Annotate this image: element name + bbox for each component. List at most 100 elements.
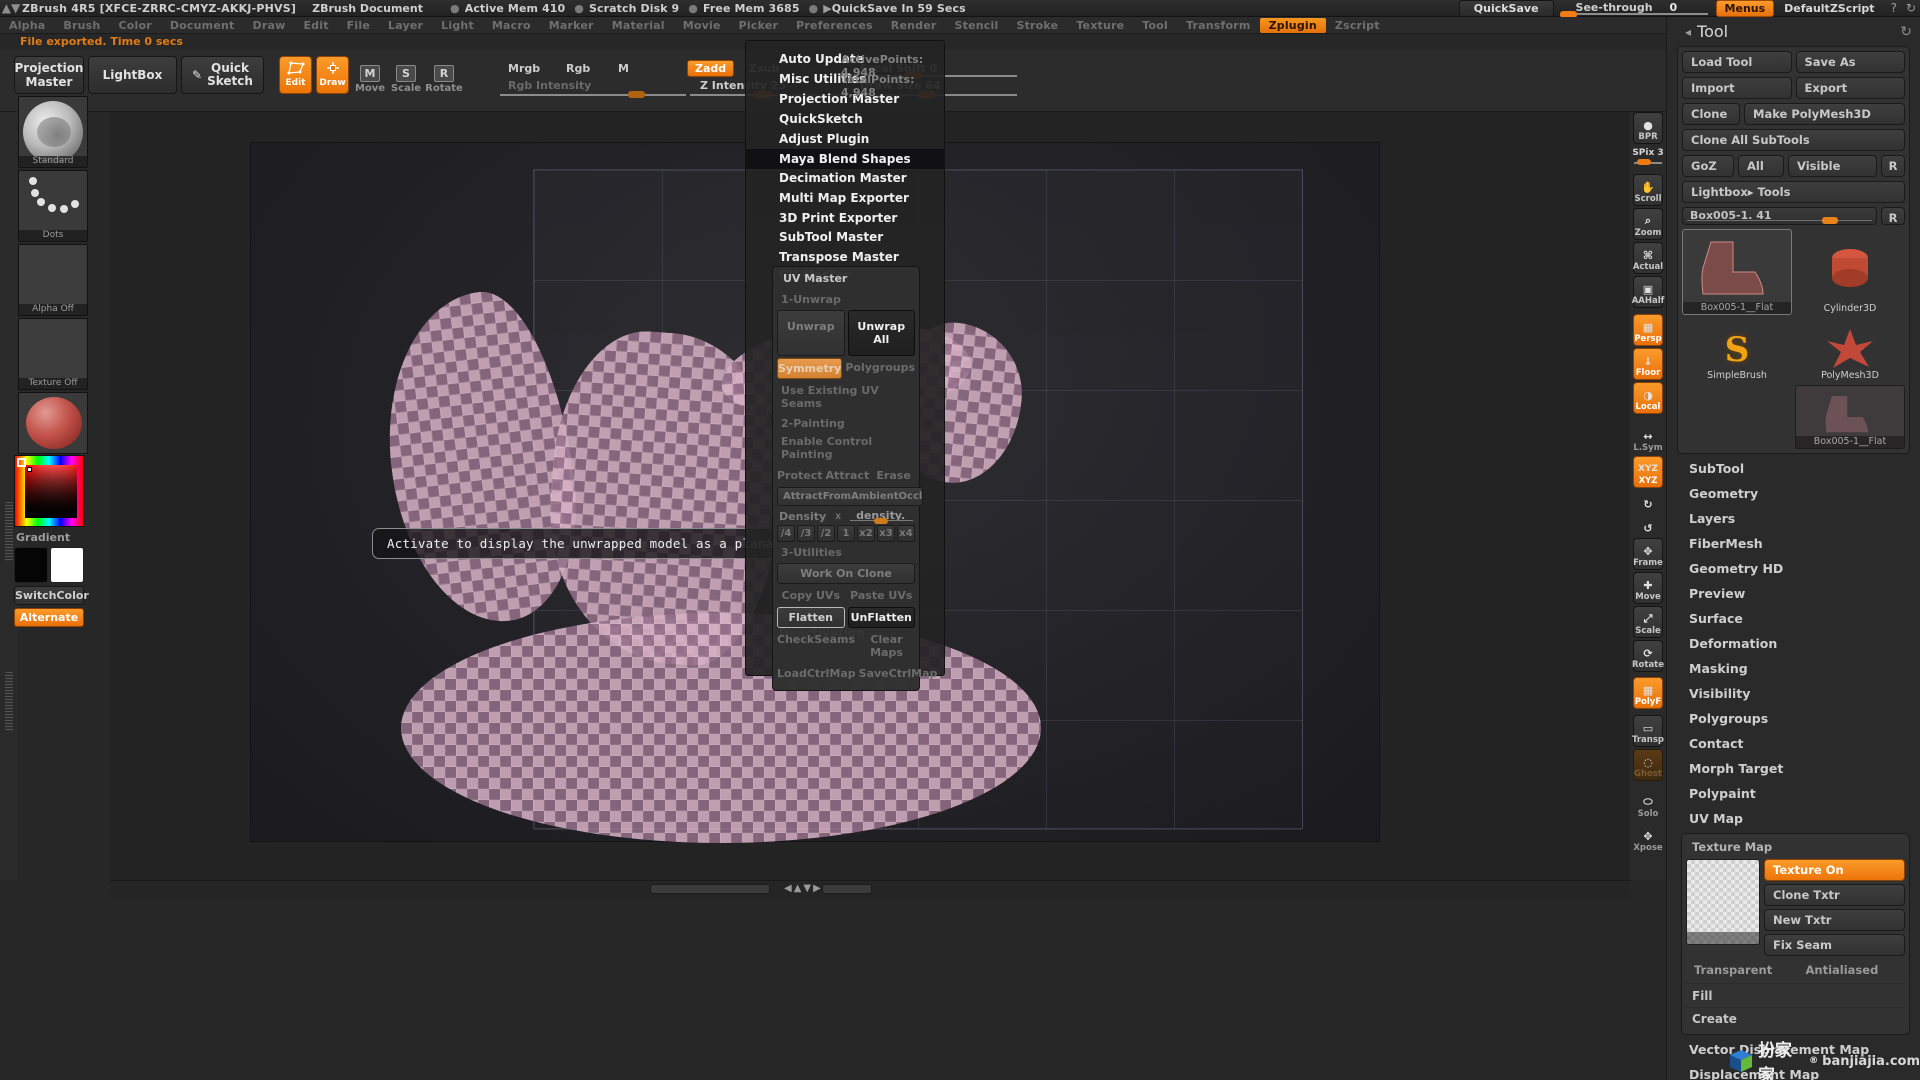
symmetry-toggle[interactable]: Symmetry [777, 358, 843, 379]
menu-edit[interactable]: Edit [294, 18, 337, 33]
shelf-rotate[interactable]: ⟳ Rotate [1632, 640, 1664, 672]
uv-master-panel[interactable]: UV Master 1-Unwrap Unwrap Unwrap All Sym… [772, 266, 937, 691]
zplugin-item-subtool-master[interactable]: SubTool Master [746, 227, 944, 247]
unwrap-all-button[interactable]: Unwrap All [847, 310, 915, 356]
attract-button[interactable]: Attract [826, 466, 870, 485]
save-as-button[interactable]: Save As [1795, 51, 1905, 73]
goz-visible-button[interactable]: Visible [1788, 155, 1877, 177]
menu-brush[interactable]: Brush [54, 18, 109, 33]
brush-swatch[interactable]: Standard [18, 96, 88, 168]
zplugin-item-maya-blend-shapes[interactable]: Maya Blend Shapes [746, 149, 944, 169]
shelf-persp[interactable]: ▦ Persp [1633, 314, 1663, 346]
rgb-intensity-track[interactable] [500, 94, 686, 96]
polygroups-toggle[interactable]: Polygroups [845, 358, 915, 379]
menu-texture[interactable]: Texture [1067, 18, 1133, 33]
tool-thumb-cylinder3d[interactable]: Cylinder3D [1795, 229, 1905, 315]
zplugin-item-decimation-master[interactable]: Decimation Master [746, 168, 944, 188]
zplugin-item-3d-print-exporter[interactable]: 3D Print Exporter [746, 208, 944, 228]
bottom-arrows-icon[interactable]: ◀▲▼▶ [784, 883, 823, 894]
shelf-rotate-arrow-icon[interactable]: ↻ [1633, 490, 1663, 512]
texture-on-button[interactable]: Texture On [1764, 859, 1905, 881]
unflatten-button[interactable]: UnFlatten [847, 607, 915, 628]
tool-section-masking[interactable]: Masking [1667, 656, 1920, 681]
scale-button[interactable]: S Scale [390, 58, 422, 94]
tool-section-geometry-hd[interactable]: Geometry HD [1667, 556, 1920, 581]
work-on-clone-button[interactable]: Work On Clone [777, 563, 915, 584]
check-seams-button[interactable]: CheckSeams [777, 630, 855, 662]
rgb-toggle[interactable]: Rgb [566, 62, 590, 75]
alpha-swatch[interactable]: Alpha Off [18, 244, 88, 316]
goz-button[interactable]: GoZ [1682, 155, 1734, 177]
shelf-solo[interactable]: ⬭ Solo [1633, 788, 1663, 820]
left-shelf-grip-2[interactable] [5, 672, 13, 732]
tool-section-preview[interactable]: Preview [1667, 581, 1920, 606]
default-zscript-label[interactable]: DefaultZScript [1780, 2, 1878, 15]
density-step-x3[interactable]: x3 [877, 525, 895, 542]
rotate-button[interactable]: R Rotate [425, 58, 463, 94]
density-x-toggle[interactable]: x [830, 510, 847, 523]
reset-icon[interactable]: ↻ [1900, 24, 1912, 40]
goz-r-button[interactable]: R [1881, 155, 1905, 177]
move-button[interactable]: M Move [354, 58, 386, 94]
main-color-swatch[interactable] [14, 547, 48, 583]
tool-section-morph-target[interactable]: Morph Target [1667, 756, 1920, 781]
menu-render[interactable]: Render [882, 18, 946, 33]
shelf-floor[interactable]: ↓ Floor [1633, 348, 1663, 380]
zplugin-item-quicksketch[interactable]: QuickSketch [746, 109, 944, 129]
menu-layer[interactable]: Layer [379, 18, 432, 33]
tool-section-visibility[interactable]: Visibility [1667, 681, 1920, 706]
menu-file[interactable]: File [338, 18, 379, 33]
tool-item-r-button[interactable]: R [1881, 207, 1905, 225]
bottom-scroll-handle[interactable] [650, 884, 770, 894]
tool-section-deformation[interactable]: Deformation [1667, 631, 1920, 656]
menu-picker[interactable]: Picker [730, 18, 787, 33]
menu-zplugin[interactable]: Zplugin [1259, 17, 1326, 33]
transparent-toggle[interactable]: Transparent [1686, 960, 1794, 980]
lightbox-tools-button[interactable]: Lightbox▸ Tools [1682, 181, 1905, 203]
paste-uvs-button[interactable]: Paste UVs [848, 586, 916, 605]
menu-document[interactable]: Document [161, 18, 244, 33]
menu-transform[interactable]: Transform [1177, 18, 1260, 33]
mrgb-toggle[interactable]: Mrgb [508, 62, 540, 75]
new-txtr-button[interactable]: New Txtr [1764, 909, 1905, 931]
m-toggle[interactable]: M [618, 62, 629, 75]
density-step-4[interactable]: /4 [777, 525, 795, 542]
shelf-actual[interactable]: ⌘ Actual [1633, 242, 1663, 274]
tool-section-surface[interactable]: Surface [1667, 606, 1920, 631]
draw-button[interactable]: Draw [316, 56, 349, 94]
see-through-slider[interactable]: See-through 0 [1559, 1, 1710, 18]
refresh-icon[interactable]: ↻ [1906, 1, 1916, 15]
tool-thumb-simplebrush[interactable]: S SimpleBrush [1682, 318, 1792, 382]
menu-color[interactable]: Color [109, 18, 160, 33]
flatten-button[interactable]: Flatten [777, 607, 845, 628]
menu-macro[interactable]: Macro [483, 18, 540, 33]
menu-preferences[interactable]: Preferences [787, 18, 882, 33]
shelf-local[interactable]: ◑ Local [1633, 382, 1663, 414]
lightbox-button[interactable]: LightBox [88, 56, 177, 94]
color-picker[interactable] [14, 455, 84, 527]
zadd-toggle[interactable]: Zadd [687, 60, 735, 77]
tool-section-polypaint[interactable]: Polypaint [1667, 781, 1920, 806]
protect-button[interactable]: Protect [777, 466, 823, 485]
shelf-aahalf[interactable]: ▣ AAHalf [1632, 276, 1664, 308]
shelf-zoom[interactable]: ⌕ Zoom [1633, 208, 1663, 240]
save-ctrl-map-button[interactable]: SaveCtrlMap [859, 664, 938, 683]
load-ctrl-map-button[interactable]: LoadCtrlMap [777, 664, 856, 683]
tool-section-contact[interactable]: Contact [1667, 731, 1920, 756]
make-polymesh3d-button[interactable]: Make PolyMesh3D [1744, 103, 1905, 125]
menu-material[interactable]: Material [603, 18, 674, 33]
tool-section-polygroups[interactable]: Polygroups [1667, 706, 1920, 731]
left-shelf-grip[interactable] [5, 502, 13, 562]
tool-section-layers[interactable]: Layers [1667, 506, 1920, 531]
zplugin-dropdown-menu[interactable]: Auto Update Misc Utilities Projection Mast… [745, 40, 945, 691]
tool-section-subtool[interactable]: SubTool [1667, 456, 1920, 481]
shelf-l-sym[interactable]: ↔ L.Sym [1633, 422, 1663, 454]
shelf-xyz[interactable]: XYZ XYZ [1633, 456, 1663, 488]
density-slider[interactable]: density. [850, 509, 913, 524]
menu-stencil[interactable]: Stencil [946, 18, 1008, 33]
menu-draw[interactable]: Draw [244, 18, 295, 33]
tool-item-slider[interactable]: Box005-1. 41 [1682, 207, 1877, 225]
goz-all-button[interactable]: All [1738, 155, 1784, 177]
alternate-button[interactable]: Alternate [14, 608, 84, 627]
menu-zscript[interactable]: Zscript [1326, 18, 1389, 33]
